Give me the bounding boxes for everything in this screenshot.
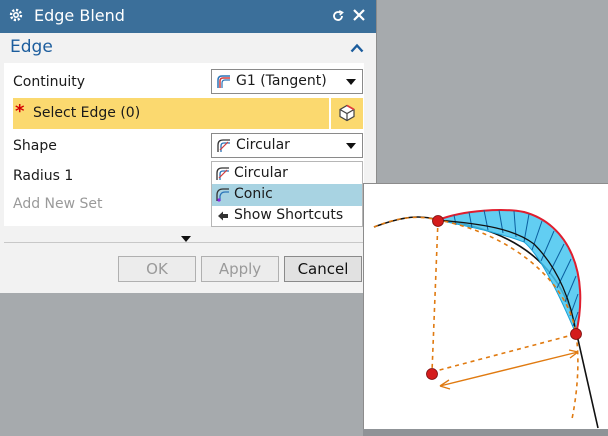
reset-icon[interactable] bbox=[331, 9, 345, 23]
preview-shadow bbox=[363, 429, 608, 436]
tangent-blend-icon bbox=[217, 75, 230, 88]
required-marker: * bbox=[15, 101, 25, 122]
select-edge-button[interactable] bbox=[331, 98, 363, 129]
apply-button[interactable]: Apply bbox=[201, 256, 279, 282]
continuity-value: G1 (Tangent) bbox=[236, 73, 327, 89]
shape-dropdown-menu: Circular Conic Show Shortcuts bbox=[211, 161, 363, 227]
chevron-down-icon bbox=[346, 143, 356, 149]
expand-more-icon[interactable] bbox=[181, 236, 191, 242]
conic-blend-diagram bbox=[373, 209, 599, 429]
close-icon[interactable] bbox=[352, 8, 366, 22]
circular-blend-icon bbox=[216, 167, 229, 180]
cube-icon bbox=[339, 104, 355, 122]
dialog-titlebar[interactable]: Edge Blend bbox=[0, 0, 376, 33]
shape-label: Shape bbox=[13, 138, 57, 154]
ok-button[interactable]: OK bbox=[118, 256, 196, 282]
cancel-button[interactable]: Cancel bbox=[284, 256, 362, 282]
dialog-title: Edge Blend bbox=[34, 6, 125, 25]
section-title: Edge bbox=[10, 37, 53, 57]
radius-label: Radius 1 bbox=[13, 168, 74, 184]
gear-icon[interactable] bbox=[8, 7, 24, 23]
menu-item-conic[interactable]: Conic bbox=[212, 184, 362, 206]
edge-blend-dialog: Edge Blend Edge Continuity G1 (Tangent) … bbox=[0, 0, 377, 293]
collapse-chevron-icon[interactable] bbox=[350, 43, 364, 53]
back-arrow-icon bbox=[218, 211, 228, 221]
continuity-dropdown[interactable]: G1 (Tangent) bbox=[211, 69, 363, 94]
menu-item-label: Conic bbox=[234, 186, 273, 202]
divider bbox=[4, 242, 376, 243]
shape-value: Circular bbox=[236, 137, 290, 153]
shape-dropdown[interactable]: Circular bbox=[211, 133, 363, 158]
menu-item-circular[interactable]: Circular bbox=[212, 163, 362, 185]
menu-item-show-shortcuts[interactable]: Show Shortcuts bbox=[212, 205, 362, 227]
select-edge-row[interactable]: * Select Edge (0) bbox=[13, 98, 329, 129]
chevron-down-icon bbox=[346, 79, 356, 85]
conic-blend-icon bbox=[216, 188, 229, 202]
conic-shape-preview bbox=[363, 183, 608, 430]
continuity-label: Continuity bbox=[13, 74, 86, 90]
select-edge-label: Select Edge (0) bbox=[33, 105, 141, 121]
add-new-set-label[interactable]: Add New Set bbox=[13, 196, 103, 212]
menu-item-label: Show Shortcuts bbox=[234, 207, 344, 223]
menu-item-label: Circular bbox=[234, 165, 288, 181]
circular-blend-icon bbox=[217, 139, 230, 152]
